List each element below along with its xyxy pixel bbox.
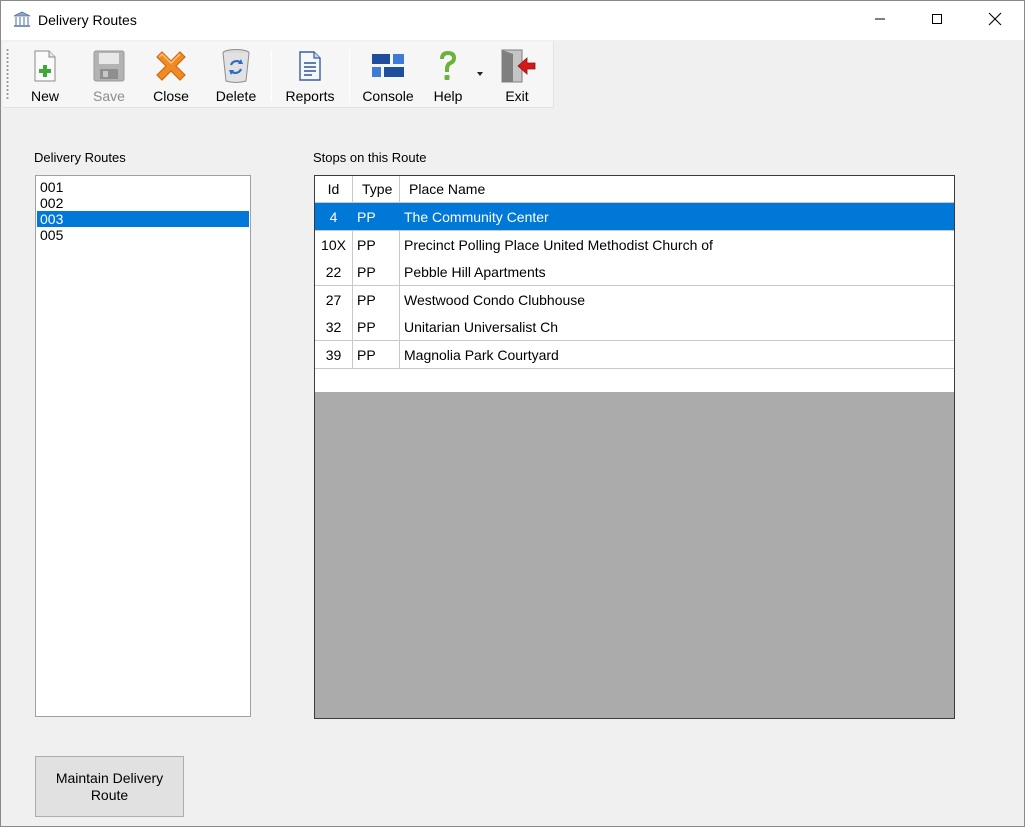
save-button[interactable]: Save — [89, 46, 129, 106]
cell-place-name: Unitarian Universalist Ch — [404, 318, 559, 335]
delivery-routes-window: Delivery Routes New Save Close Delete Re… — [0, 0, 1025, 827]
save-label: Save — [93, 88, 125, 104]
cell-id: 32 — [315, 313, 353, 340]
stops-grid[interactable]: Id Type Place Name 4 PP The Community Ce… — [314, 175, 955, 719]
list-item[interactable]: 001 — [37, 179, 249, 195]
console-label: Console — [362, 88, 414, 104]
cell-type: PP — [353, 203, 400, 230]
cell-id: 22 — [315, 258, 353, 285]
console-blocks-icon — [368, 46, 408, 86]
maximize-button[interactable] — [908, 1, 966, 40]
cell-place-name: Pebble Hill Apartments — [404, 263, 546, 280]
console-button[interactable]: Console — [360, 46, 416, 106]
reports-label: Reports — [285, 88, 335, 104]
cell-place-name: The Community Center — [404, 208, 549, 225]
help-dropdown-arrow-icon[interactable] — [477, 72, 483, 76]
delete-label: Delete — [215, 88, 257, 104]
close-label: Close — [153, 88, 189, 104]
new-document-icon — [25, 46, 65, 86]
reports-button[interactable]: Reports — [282, 46, 338, 106]
maintain-delivery-route-label: Maintain Delivery Route — [55, 769, 164, 803]
cell-id: 10X — [315, 231, 353, 258]
cell-type: PP — [353, 286, 400, 313]
maximize-icon — [931, 13, 943, 28]
recycle-bin-icon — [216, 46, 256, 86]
table-row[interactable]: 32 PP Unitarian Universalist Ch — [315, 313, 954, 341]
toolbar-separator — [271, 50, 272, 102]
stops-grid-body: Id Type Place Name 4 PP The Community Ce… — [315, 176, 954, 392]
close-button[interactable]: Close — [151, 46, 191, 106]
close-window-button[interactable] — [966, 1, 1024, 40]
minimize-button[interactable] — [851, 1, 909, 40]
table-row[interactable]: 39 PP Magnolia Park Courtyard — [315, 341, 954, 369]
floppy-disk-icon — [89, 46, 129, 86]
delivery-routes-label: Delivery Routes — [34, 150, 126, 165]
table-row[interactable]: 27 PP Westwood Condo Clubhouse — [315, 286, 954, 314]
orange-x-icon — [151, 46, 191, 86]
delete-button[interactable]: Delete — [214, 46, 258, 106]
exit-door-icon — [497, 46, 537, 86]
grid-header-row: Id Type Place Name — [315, 176, 954, 203]
column-header-place-name[interactable]: Place Name — [400, 176, 954, 202]
cell-id: 4 — [315, 203, 353, 230]
close-icon — [988, 12, 1002, 29]
cell-type: PP — [353, 341, 400, 368]
question-mark-icon — [428, 46, 468, 86]
list-item[interactable]: 003 — [37, 211, 249, 227]
maintain-delivery-route-button[interactable]: Maintain Delivery Route — [35, 756, 184, 817]
help-label: Help — [433, 88, 463, 104]
cell-id: 39 — [315, 341, 353, 368]
report-document-icon — [290, 46, 330, 86]
cell-place-name: Magnolia Park Courtyard — [404, 346, 559, 363]
exit-button[interactable]: Exit — [497, 46, 537, 106]
cell-place-name: Precinct Polling Place United Methodist … — [404, 236, 713, 253]
cell-place-name: Westwood Condo Clubhouse — [404, 291, 586, 308]
new-label: New — [30, 88, 59, 104]
toolbar-separator — [349, 50, 350, 102]
cell-type: PP — [353, 258, 400, 285]
table-row[interactable]: 22 PP Pebble Hill Apartments — [315, 258, 954, 286]
table-row[interactable]: 4 PP The Community Center — [315, 203, 954, 231]
toolbar: New Save Close Delete Reports Console He… — [3, 42, 554, 108]
cell-id: 27 — [315, 286, 353, 313]
exit-label: Exit — [505, 88, 529, 104]
minimize-icon — [874, 13, 886, 28]
list-item[interactable]: 005 — [37, 227, 249, 243]
column-header-type[interactable]: Type — [353, 176, 400, 202]
bank-building-icon — [13, 11, 31, 29]
list-item[interactable]: 002 — [37, 195, 249, 211]
stops-label: Stops on this Route — [313, 150, 427, 165]
toolbar-grip[interactable] — [6, 48, 9, 100]
delivery-routes-listbox[interactable]: 001 002 003 005 — [35, 175, 251, 717]
new-button[interactable]: New — [25, 46, 65, 106]
title-bar[interactable]: Delivery Routes — [1, 1, 1024, 40]
help-button[interactable]: Help — [428, 46, 468, 106]
table-row[interactable]: 10X PP Precinct Polling Place United Met… — [315, 231, 954, 259]
window-title: Delivery Routes — [38, 12, 137, 28]
cell-type: PP — [353, 313, 400, 340]
column-header-id[interactable]: Id — [315, 176, 353, 202]
cell-type: PP — [353, 231, 400, 258]
